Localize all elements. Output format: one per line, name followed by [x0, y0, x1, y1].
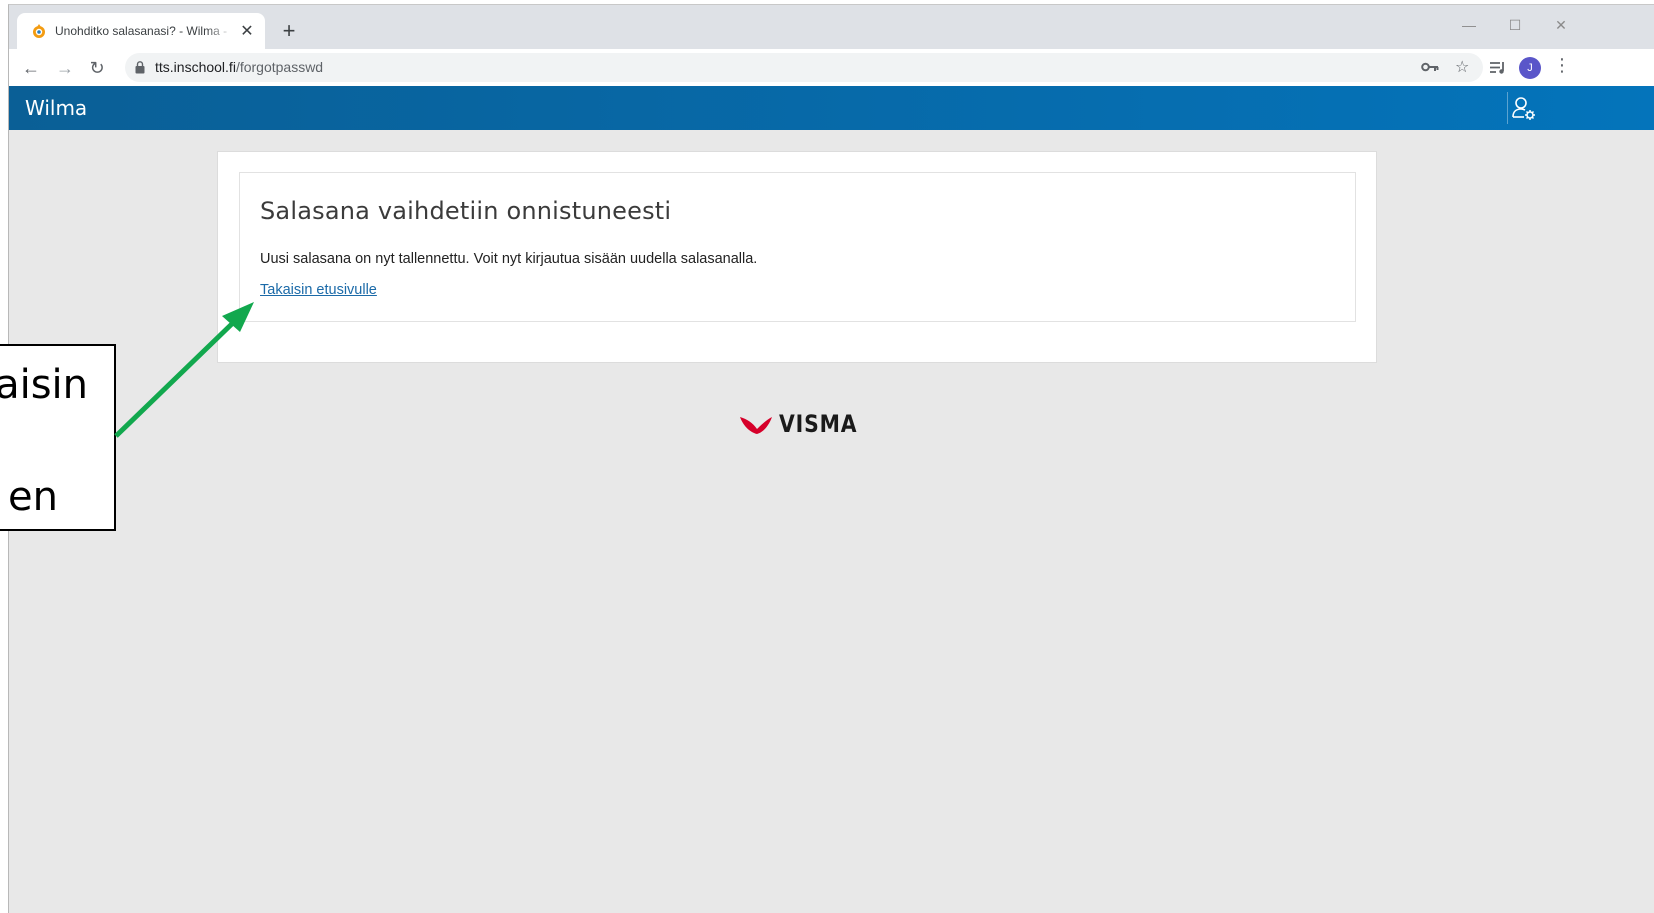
tab-wilma[interactable]: Unohditko salasanasi? - Wilma - ✕ [17, 13, 265, 49]
visma-logo-text: VISMA [779, 410, 858, 438]
new-tab-button[interactable]: + [275, 17, 303, 45]
browser-toolbar: ← → ↻ tts.inschool.fi/forgotpasswd ☆ ⋮ [9, 49, 1654, 87]
reload-icon[interactable]: ↻ [83, 54, 111, 82]
profile-avatar[interactable]: J [1519, 57, 1541, 79]
success-message: Uusi salasana on nyt tallennettu. Voit n… [260, 251, 758, 267]
annotation-callout: aisin en [0, 344, 116, 531]
wilma-header: Wilma [9, 86, 1654, 130]
page-title: Salasana vaihdetiin onnistuneesti [260, 197, 672, 225]
address-bar[interactable]: tts.inschool.fi/forgotpasswd ☆ [125, 53, 1483, 82]
visma-swoosh-icon [740, 417, 772, 434]
callout-line-2: en [8, 474, 58, 520]
back-arrow-icon[interactable]: ← [17, 54, 45, 82]
close-window-icon[interactable]: ✕ [1541, 11, 1581, 39]
menu-kebab-icon[interactable]: ⋮ [1553, 55, 1571, 76]
minimize-icon[interactable]: — [1449, 11, 1489, 39]
back-to-home-link[interactable]: Takaisin etusivulle [260, 282, 377, 298]
url-path: /forgotpasswd [235, 59, 324, 75]
tab-close-icon[interactable]: ✕ [239, 21, 255, 41]
wilma-favicon-icon [33, 24, 45, 38]
content-card: Salasana vaihdetiin onnistuneesti Uusi s… [217, 151, 1377, 363]
key-icon[interactable] [1421, 61, 1439, 73]
url-host: tts.inschool.fi [155, 59, 236, 75]
browser-window: Unohditko salasanasi? - Wilma - ✕ + — ☐ … [8, 4, 1654, 913]
forward-arrow-icon[interactable]: → [51, 54, 79, 82]
callout-line-1: aisin [0, 362, 88, 408]
bookmark-star-icon[interactable]: ☆ [1455, 58, 1469, 78]
url-text: tts.inschool.fi/forgotpasswd [155, 59, 323, 75]
user-settings-icon[interactable] [1507, 92, 1543, 124]
lock-icon [135, 61, 145, 74]
tab-title: Unohditko salasanasi? - Wilma - [55, 24, 228, 38]
maximize-icon[interactable]: ☐ [1495, 11, 1535, 39]
media-queue-icon[interactable] [1489, 61, 1507, 75]
wilma-brand[interactable]: Wilma [25, 96, 87, 120]
tab-strip: Unohditko salasanasi? - Wilma - ✕ + — ☐ … [9, 5, 1654, 49]
visma-logo: VISMA [739, 409, 871, 439]
success-panel: Salasana vaihdetiin onnistuneesti Uusi s… [239, 172, 1356, 322]
